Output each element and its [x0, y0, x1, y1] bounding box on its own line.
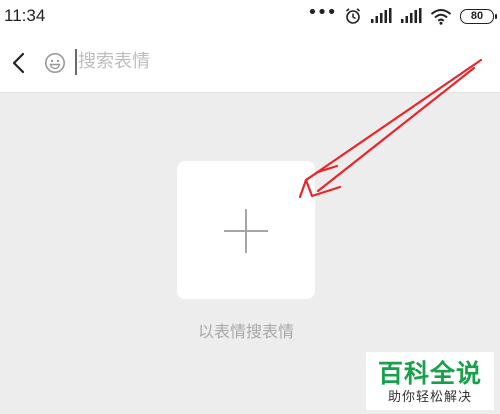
watermark-subtitle: 助你轻松解决: [387, 390, 472, 405]
plus-icon-vertical: [245, 209, 247, 253]
battery-level: 80: [470, 10, 484, 22]
battery-cap: [495, 13, 497, 19]
watermark-title: 百科全说: [377, 359, 482, 388]
watermark-logo: 百科全说 助你轻松解决: [366, 352, 494, 410]
alarm-icon: [345, 8, 361, 24]
status-time: 11:34: [4, 6, 46, 25]
back-button[interactable]: [6, 48, 32, 78]
search-by-emoji-caption: 以表情搜表情: [197, 322, 294, 341]
signal-icon: [401, 8, 422, 23]
status-bar: 11:34 ••• 80: [0, 0, 500, 34]
signal-icon: [371, 8, 392, 23]
status-icons: ••• 80: [307, 2, 497, 27]
text-cursor: [75, 49, 77, 75]
smiley-icon[interactable]: [44, 52, 66, 74]
more-notifications-icon: •••: [307, 2, 337, 23]
add-emoji-button[interactable]: [177, 161, 315, 299]
wifi-icon: [430, 8, 452, 25]
search-header: [0, 34, 500, 93]
battery-icon: 80: [460, 8, 497, 24]
search-input[interactable]: [78, 45, 458, 77]
